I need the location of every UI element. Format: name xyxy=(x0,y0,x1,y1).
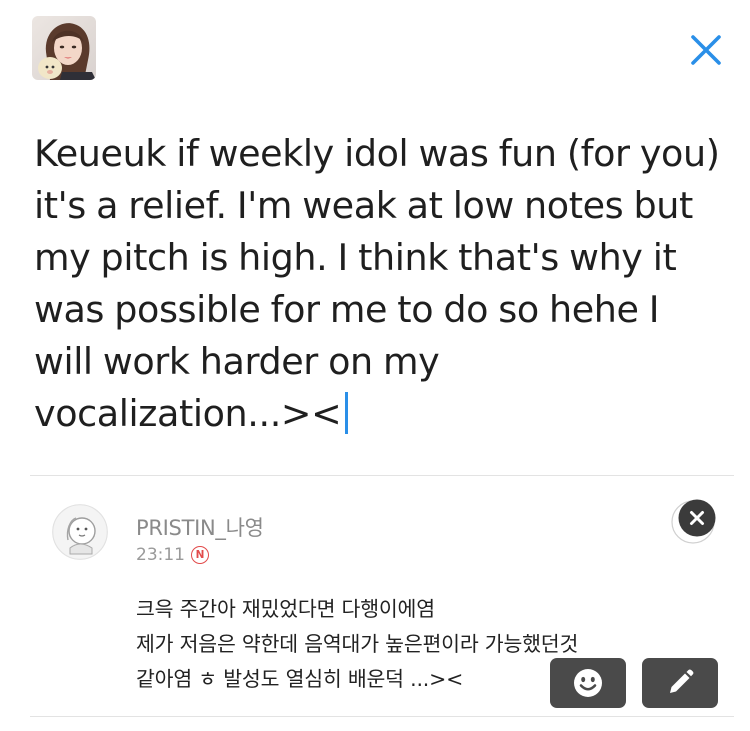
emoji-button[interactable] xyxy=(550,658,626,708)
new-badge: N xyxy=(191,546,209,564)
quoted-line-1: 크윽 주간아 재밌었다면 다행이에염 xyxy=(136,597,435,621)
close-button[interactable] xyxy=(684,28,728,72)
quoted-line-2: 제가 저음은 약한데 음역대가 높은편이라 가능했던것 xyxy=(136,632,579,656)
quoted-time: 23:11 xyxy=(136,545,185,565)
emoji-icon xyxy=(574,669,602,697)
remove-quote-icon xyxy=(671,499,716,544)
divider-bottom xyxy=(30,716,734,717)
edit-button[interactable] xyxy=(642,658,718,708)
close-icon xyxy=(691,35,721,65)
compose-textarea[interactable]: Keueuk if weekly idol was fun (for you) … xyxy=(34,128,724,440)
quoted-meta: 23:11 N xyxy=(136,545,209,565)
user-avatar xyxy=(32,16,96,80)
pencil-icon xyxy=(670,669,694,693)
remove-quote-button[interactable] xyxy=(668,497,718,547)
quoted-line-3: 같아염 ㅎ 발성도 열심히 배운덕 ...>< xyxy=(136,667,464,691)
quoted-author: PRISTIN_나영 xyxy=(136,516,264,540)
divider-top xyxy=(30,475,734,476)
quoted-avatar xyxy=(52,504,108,560)
compose-text: Keueuk if weekly idol was fun (for you) … xyxy=(34,132,720,435)
text-caret xyxy=(345,392,349,434)
